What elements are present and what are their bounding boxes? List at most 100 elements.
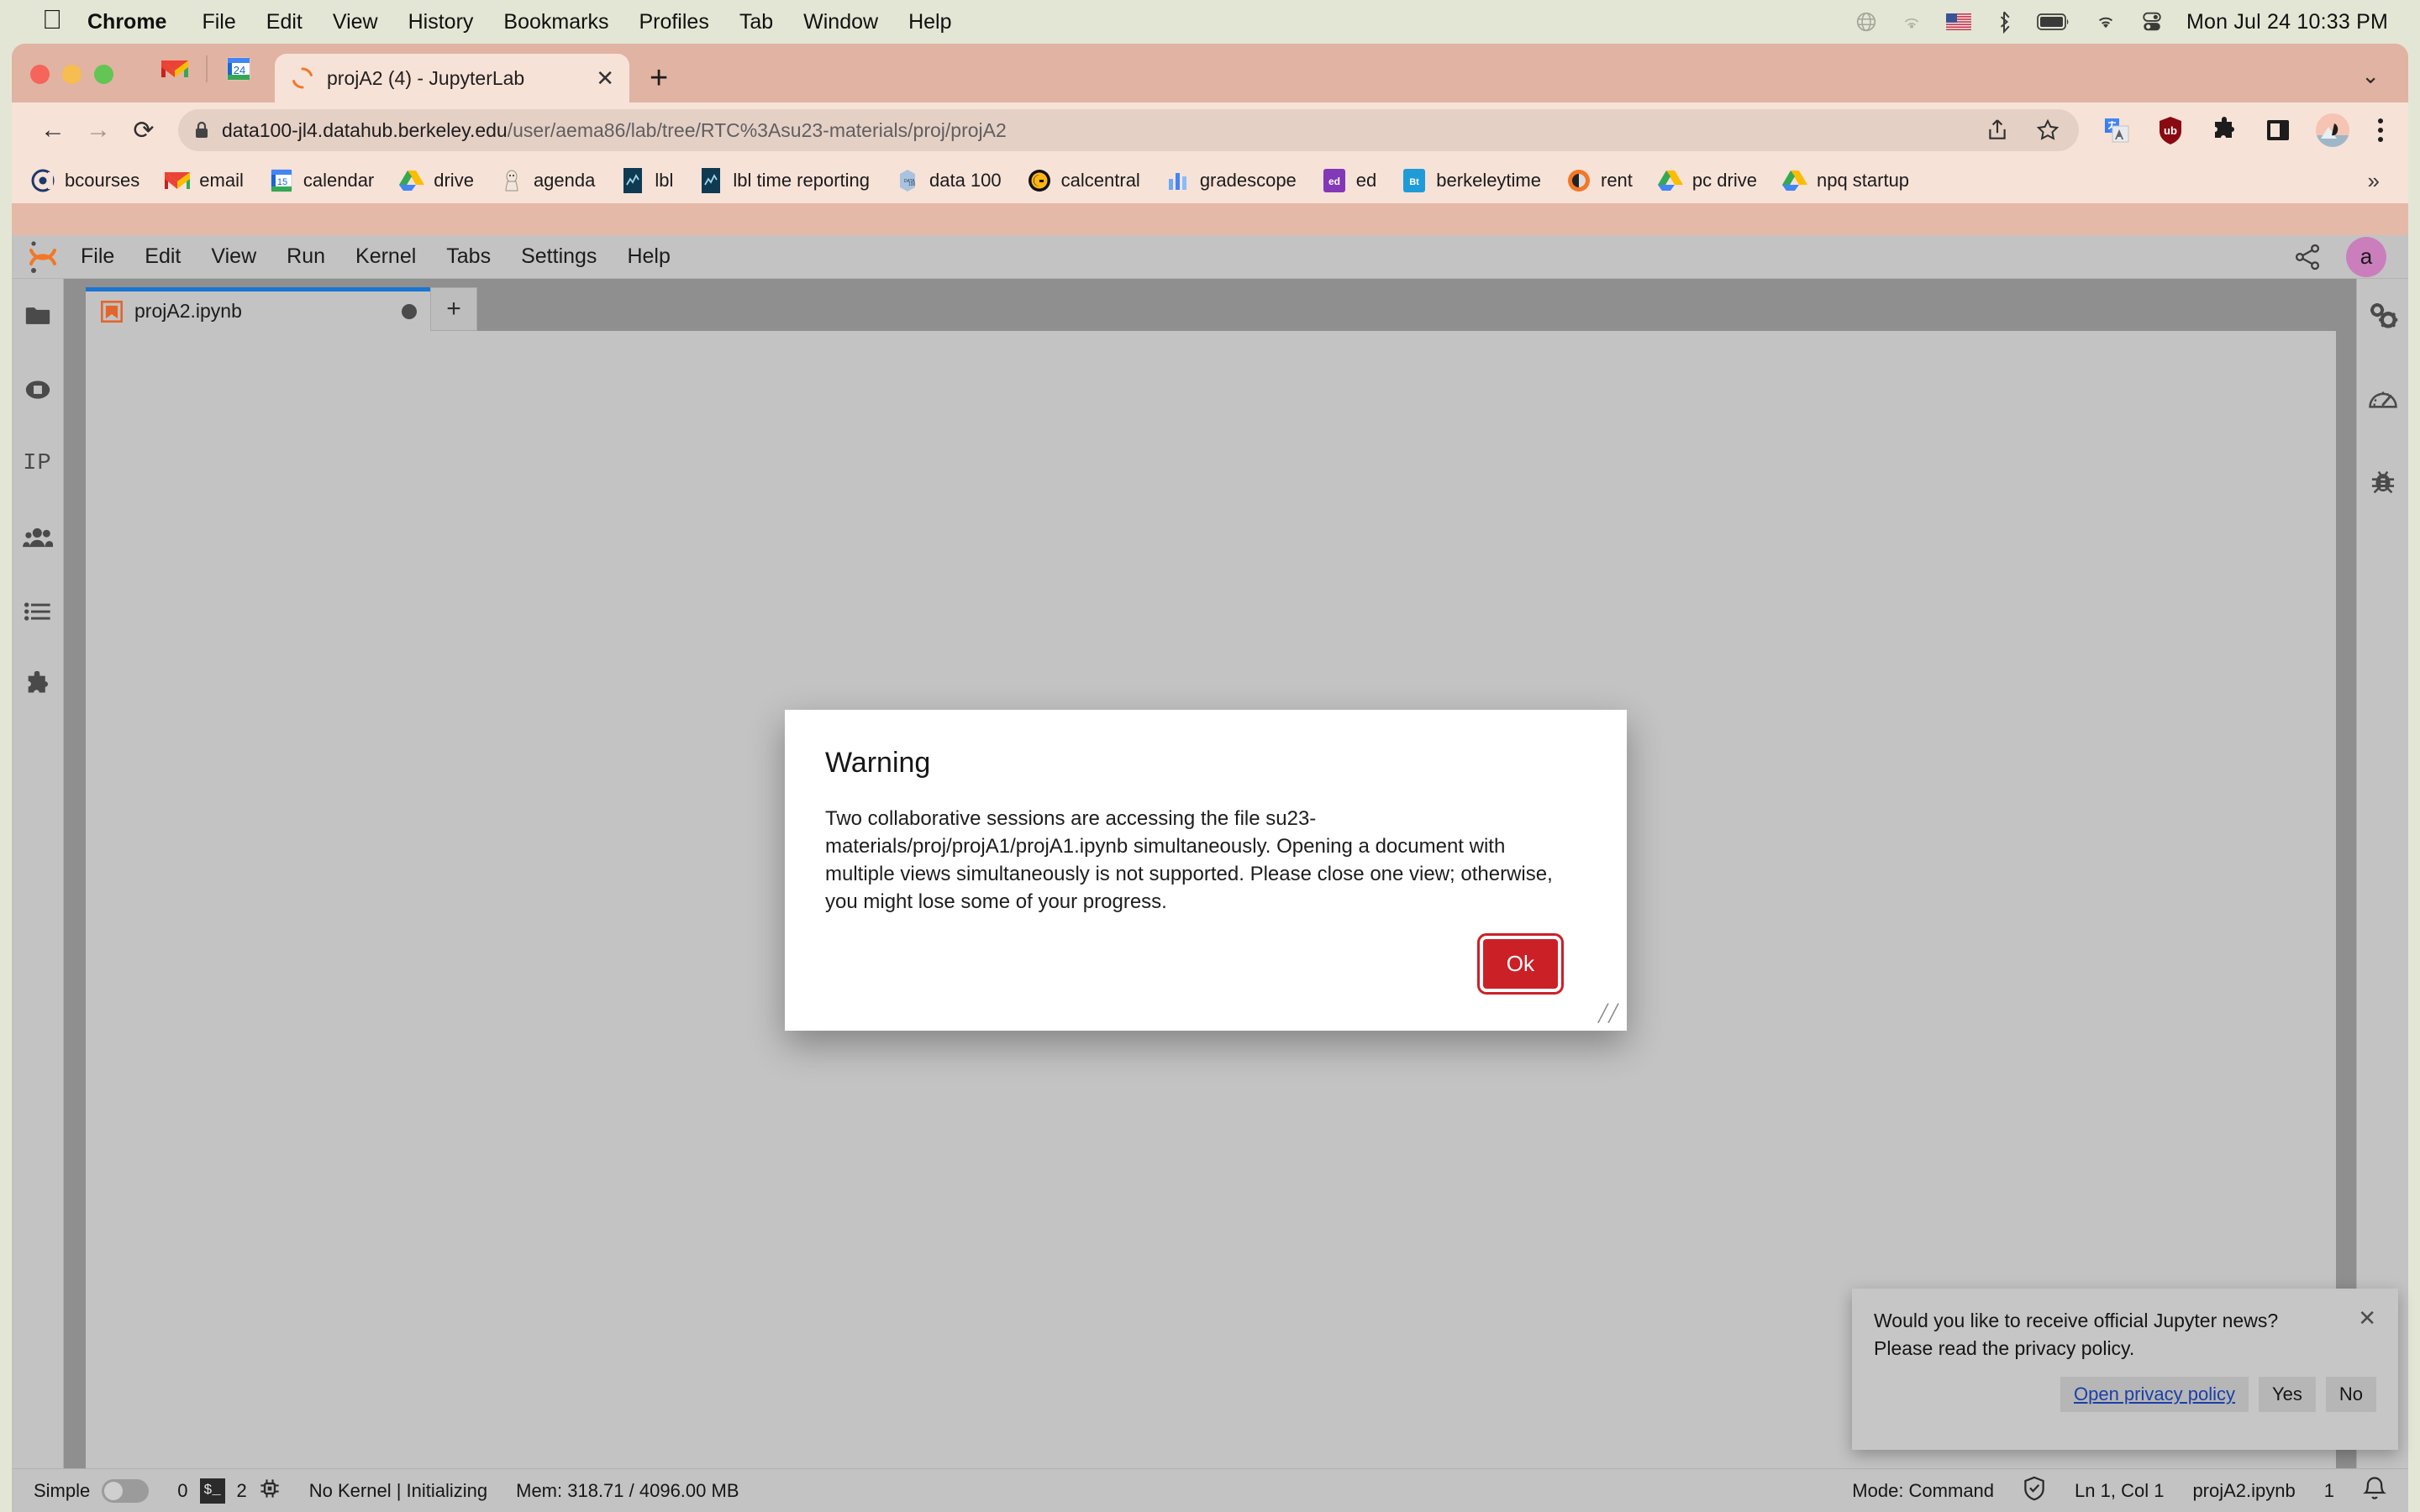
minimize-window-button[interactable] bbox=[62, 65, 82, 84]
bookmark-email[interactable]: email bbox=[165, 168, 244, 193]
jlab-menu-file[interactable]: File bbox=[81, 244, 114, 269]
gmail-pinned-tab[interactable] bbox=[149, 45, 201, 92]
jlab-menu-settings[interactable]: Settings bbox=[521, 244, 597, 269]
bookmark-berkeleytime[interactable]: Bt berkeleytime bbox=[1402, 168, 1541, 193]
mac-menu-view[interactable]: View bbox=[333, 10, 378, 34]
debugger-icon[interactable] bbox=[2365, 462, 2402, 499]
forward-button[interactable]: → bbox=[76, 108, 121, 153]
profile-avatar-icon[interactable] bbox=[2316, 113, 2349, 147]
chevron-down-icon[interactable]: ⌄ bbox=[2361, 63, 2408, 102]
bookmark-drive[interactable]: drive bbox=[399, 168, 474, 193]
bookmark-pc-drive[interactable]: pc drive bbox=[1657, 168, 1757, 193]
ipython-kernel-icon: IP bbox=[19, 445, 56, 482]
unsaved-changes-dot[interactable] bbox=[402, 303, 417, 319]
bookmark-bcourses[interactable]: bcourses bbox=[30, 168, 139, 193]
apple-logo-icon[interactable]:  bbox=[42, 6, 62, 33]
airplay-icon[interactable] bbox=[1901, 11, 1923, 33]
simple-mode-toggle-group[interactable]: Simple bbox=[34, 1478, 150, 1503]
jlab-menu-help[interactable]: Help bbox=[627, 244, 670, 269]
mac-menu-profiles[interactable]: Profiles bbox=[639, 10, 708, 34]
kebab-menu-icon[interactable] bbox=[2371, 118, 2390, 142]
address-bar-url: data100-jl4.datahub.berkeley.edu/user/ae… bbox=[222, 119, 1007, 142]
ublock-origin-icon[interactable]: ub bbox=[2154, 114, 2186, 146]
url-domain: data100-jl4.datahub.berkeley.edu bbox=[222, 118, 508, 141]
property-inspector-icon[interactable] bbox=[2365, 297, 2402, 334]
puzzle-extensions-icon[interactable] bbox=[2208, 114, 2240, 146]
jlab-menu-kernel[interactable]: Kernel bbox=[355, 244, 416, 269]
collaboration-icon[interactable] bbox=[19, 519, 56, 556]
document-tab-label: projA2.ipynb bbox=[134, 300, 242, 322]
yes-button[interactable]: Yes bbox=[2258, 1377, 2316, 1413]
avatar[interactable]: a bbox=[2346, 236, 2386, 277]
jlab-menu-edit[interactable]: Edit bbox=[145, 244, 181, 269]
macos-clock[interactable]: Mon Jul 24 10:33 PM bbox=[2186, 10, 2388, 34]
mac-menu-help[interactable]: Help bbox=[908, 10, 951, 34]
side-panel-icon[interactable] bbox=[2262, 114, 2294, 146]
mac-menu-file[interactable]: File bbox=[202, 10, 235, 34]
bookmark-agenda[interactable]: agenda bbox=[499, 168, 595, 193]
jlab-menu-view[interactable]: View bbox=[211, 244, 256, 269]
calendar-pinned-tab[interactable]: 24 bbox=[213, 45, 265, 92]
bookmark-npq-startup[interactable]: npq startup bbox=[1781, 168, 1909, 193]
bluetooth-icon[interactable] bbox=[1995, 10, 2013, 34]
bookmark-lbl-time-reporting[interactable]: lbl time reporting bbox=[698, 168, 870, 193]
jupyterlab-topbar-actions: a bbox=[2291, 236, 2408, 277]
bell-icon[interactable] bbox=[2363, 1476, 2386, 1506]
close-icon[interactable]: ✕ bbox=[2358, 1307, 2376, 1329]
bookmark-lbl[interactable]: lbl bbox=[620, 168, 673, 193]
jlab-menu-tabs[interactable]: Tabs bbox=[446, 244, 491, 269]
kernel-status[interactable]: No Kernel | Initializing bbox=[309, 1480, 487, 1502]
pinned-tabs: 24 bbox=[149, 45, 265, 102]
google-translate-icon[interactable] bbox=[2101, 114, 2133, 146]
running-terminals-icon[interactable] bbox=[19, 371, 56, 408]
simple-mode-toggle[interactable] bbox=[102, 1478, 150, 1503]
battery-icon[interactable] bbox=[2037, 13, 2070, 31]
close-window-button[interactable] bbox=[30, 65, 50, 84]
open-privacy-policy-link[interactable]: Open privacy policy bbox=[2060, 1377, 2249, 1413]
jlab-menu-run[interactable]: Run bbox=[287, 244, 325, 269]
mac-menu-window[interactable]: Window bbox=[803, 10, 878, 34]
file-browser-icon[interactable] bbox=[19, 297, 56, 334]
bookmarks-overflow-button[interactable]: » bbox=[2368, 168, 2390, 194]
share-nodes-icon[interactable] bbox=[2291, 240, 2324, 274]
status-bar-right: Mode: Command Ln 1, Col 1 projA2.ipynb 1 bbox=[1852, 1476, 2386, 1506]
notification-actions: Open privacy policy Yes No bbox=[1874, 1377, 2376, 1413]
reload-button[interactable]: ⟳ bbox=[121, 108, 166, 153]
address-bar[interactable]: data100-jl4.datahub.berkeley.edu/user/ae… bbox=[178, 109, 2079, 151]
bookmark-calendar[interactable]: 15 calendar bbox=[269, 168, 374, 193]
table-of-contents-icon[interactable] bbox=[19, 593, 56, 630]
back-button[interactable]: ← bbox=[30, 108, 76, 153]
browser-tab-jupyterlab[interactable]: projA2 (4) - JupyterLab ✕ bbox=[275, 54, 629, 102]
mac-menu-bookmarks[interactable]: Bookmarks bbox=[503, 10, 608, 34]
star-icon[interactable] bbox=[2032, 114, 2064, 146]
bookmark-data-100[interactable]: DATA 100 data 100 bbox=[895, 168, 1002, 193]
performance-icon[interactable] bbox=[2365, 380, 2402, 417]
bookmark-ed[interactable]: ed ed bbox=[1322, 168, 1376, 193]
bookmark-gradescope[interactable]: gradescope bbox=[1165, 168, 1297, 193]
svg-text:15: 15 bbox=[277, 177, 287, 187]
resize-handle-icon[interactable]: ╱╱ bbox=[1598, 1003, 1618, 1024]
bookmark-rent[interactable]: rent bbox=[1566, 168, 1633, 193]
wifi-icon[interactable] bbox=[2094, 13, 2118, 31]
document-tab-projA2[interactable]: projA2.ipynb bbox=[86, 287, 430, 331]
us-flag-icon[interactable] bbox=[1945, 13, 1971, 30]
ok-button[interactable]: Ok bbox=[1476, 933, 1565, 995]
terminal-count-group[interactable]: 0 $_ 2 bbox=[177, 1478, 281, 1504]
no-button[interactable]: No bbox=[2325, 1377, 2376, 1413]
maximize-window-button[interactable] bbox=[94, 65, 113, 84]
jupyter-loading-icon bbox=[290, 66, 315, 91]
close-icon[interactable]: ✕ bbox=[596, 67, 614, 89]
mac-menu-tab[interactable]: Tab bbox=[739, 10, 773, 34]
trusted-shield-icon[interactable] bbox=[2023, 1476, 2046, 1506]
control-center-icon[interactable] bbox=[2141, 11, 2163, 33]
bookmark-calcentral[interactable]: calcentral bbox=[1027, 168, 1140, 193]
lock-icon[interactable] bbox=[193, 120, 210, 140]
extension-manager-icon[interactable] bbox=[19, 667, 56, 704]
mac-menu-history[interactable]: History bbox=[408, 10, 474, 34]
add-document-button[interactable]: + bbox=[430, 287, 477, 331]
share-icon[interactable] bbox=[1981, 114, 2013, 146]
new-tab-button[interactable]: + bbox=[650, 62, 668, 94]
mac-menu-edit[interactable]: Edit bbox=[266, 10, 302, 34]
mac-menu-chrome[interactable]: Chrome bbox=[87, 10, 166, 34]
globe-icon[interactable] bbox=[1855, 11, 1877, 33]
